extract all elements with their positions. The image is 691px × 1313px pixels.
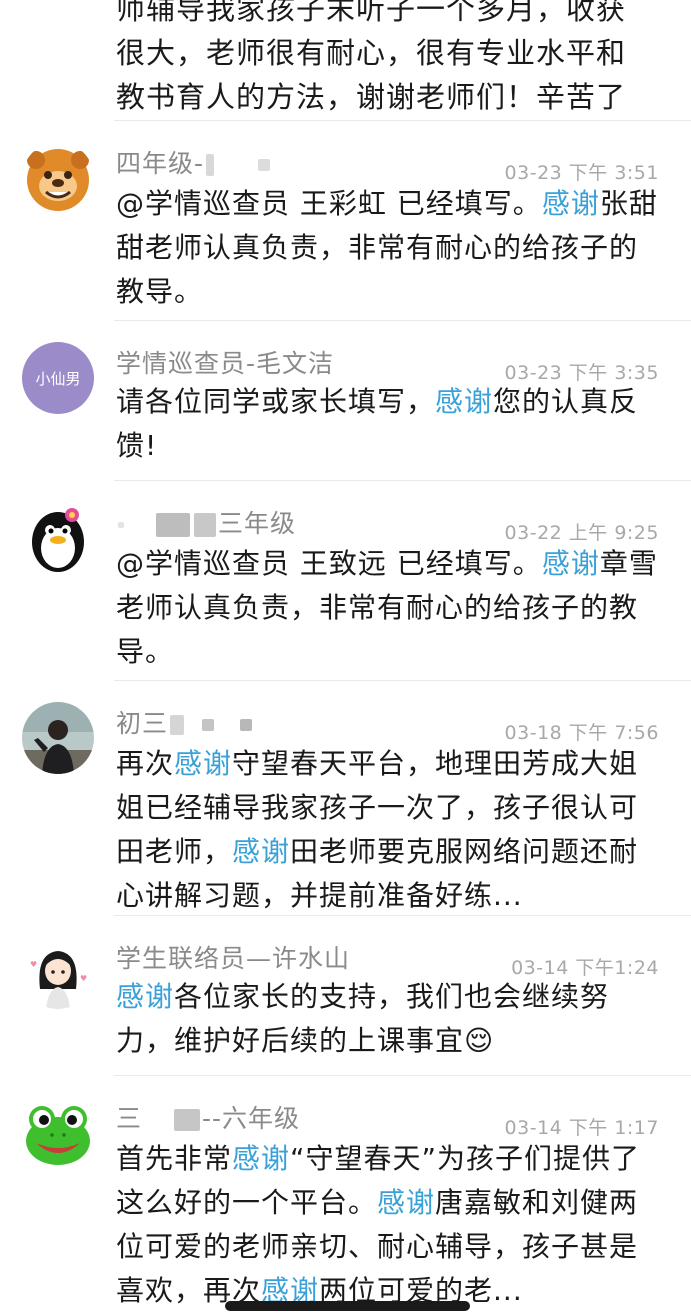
redacted-blur (174, 1109, 201, 1131)
svg-text:♥: ♥ (30, 960, 37, 969)
highlight-keyword: 感谢 (232, 1142, 291, 1175)
message-item[interactable]: 三 --六年级 03-14 下午 1:17 首先非常感谢“守望春天”为孩子们提供了… (0, 1075, 691, 1307)
message-body: 感谢各位家长的支持，我们也会继续努力，维护好后续的上课事宜😌 (116, 980, 610, 1057)
message-time: 03-22 上午 9:25 (504, 522, 659, 544)
partial-line: 很大，老师很有耐心，很有专业水平和 (116, 36, 627, 70)
message-item[interactable]: 小仙男 学情巡查员-毛文洁 03-23 下午 3:35 请各位同学或家长填写，感… (0, 320, 691, 480)
message-time: 03-23 下午 3:51 (504, 162, 659, 184)
redacted-blur (258, 159, 271, 171)
avatar[interactable] (22, 702, 94, 774)
message-item[interactable]: 四年级- 03-23 下午 3:51 @学情巡查员 王彩虹 已经填写。感谢张甜甜… (0, 120, 691, 320)
sender-name: 三年级 (116, 504, 296, 540)
message-body: 请各位同学或家长填写，感谢您的认真反馈! (116, 385, 639, 462)
message-time: 03-18 下午 7:56 (504, 722, 659, 744)
message-body: 首先非常感谢“守望春天”为孩子们提供了这么好的一个平台。感谢唐嘉敏和刘健两位可爱… (116, 1142, 641, 1307)
partial-line: 师辅导我家孩子末听子一个多月，收获 (116, 0, 627, 26)
highlight-keyword: 感谢 (116, 980, 175, 1013)
sender-name: 四年级- (116, 144, 272, 180)
cartoon-girl-avatar-icon: ♥ ♥ (22, 937, 94, 1009)
avatar[interactable]: ♥ ♥ (22, 937, 94, 1009)
sender-name-text: 四年级- (116, 149, 205, 178)
frog-avatar-icon (22, 1097, 94, 1169)
sender-name: 三 --六年级 (116, 1099, 300, 1135)
highlight-keyword: 感谢 (232, 835, 291, 868)
redacted-blur (194, 513, 216, 537)
sender-name-text: 初三 (116, 709, 169, 738)
redacted-blur (118, 522, 124, 528)
message-time: 03-14 下午 1:17 (504, 1117, 659, 1139)
message-item[interactable]: 初三 03-18 下午 7:56 再次感谢守望春天平台，地理田芳成大姐姐已经辅导… (0, 680, 691, 915)
svg-text:♥: ♥ (80, 974, 87, 983)
highlight-keyword: 感谢 (541, 547, 600, 580)
message-body: @学情巡查员 王彩虹 已经填写。感谢张甜甜老师认真负责，非常有耐心的给孩子的教导… (116, 187, 658, 308)
penguin-avatar-icon (22, 502, 94, 574)
redacted-blur (206, 154, 215, 176)
avatar[interactable] (22, 142, 94, 214)
avatar[interactable] (22, 1097, 94, 1169)
redacted-blur (170, 715, 185, 735)
partial-line: 教书育人的方法，谢谢老师们！辛苦了 (116, 80, 627, 114)
highlight-keyword: 感谢 (174, 747, 233, 780)
message-body: 再次感谢守望春天平台，地理田芳成大姐姐已经辅导我家孩子一次了，孩子很认可田老师，… (116, 747, 639, 912)
avatar-text: 小仙男 (35, 369, 81, 388)
photo-avatar-icon (22, 702, 94, 774)
avatar[interactable] (22, 502, 94, 574)
message-item[interactable]: 三年级 03-22 上午 9:25 @学情巡查员 王致远 已经填写。感谢章雪老师… (0, 480, 691, 680)
highlight-keyword: 感谢 (435, 385, 494, 418)
lion-avatar-icon (22, 142, 94, 214)
sender-name: 初三 (116, 704, 254, 740)
home-indicator[interactable] (225, 1301, 470, 1311)
sender-name-suffix: --六年级 (202, 1104, 301, 1133)
partial-message-body: 师辅导我家孩子末听子一个多月，收获 很大，老师很有耐心，很有专业水平和 教书育人… (116, 0, 676, 119)
message-body: @学情巡查员 王致远 已经填写。感谢章雪老师认真负责，非常有耐心的给孩子的教导。 (116, 547, 658, 668)
sender-name: 学情巡查员-毛文洁 (116, 349, 335, 378)
sender-name-text: 三 (116, 1104, 143, 1133)
highlight-keyword: 感谢 (541, 187, 600, 220)
avatar[interactable]: 小仙男 (22, 342, 94, 414)
redacted-blur (240, 719, 253, 731)
highlight-keyword: 感谢 (377, 1186, 436, 1219)
redacted-blur (202, 719, 215, 731)
redacted-blur (156, 513, 190, 537)
sender-name-text: 三年级 (218, 509, 297, 538)
message-item[interactable]: ♥ ♥ 学生联络员—许水山 03-14 下午1:24 感谢各位家长的支持，我们也… (0, 915, 691, 1075)
sender-name: 学生联络员—许水山 (116, 944, 351, 973)
